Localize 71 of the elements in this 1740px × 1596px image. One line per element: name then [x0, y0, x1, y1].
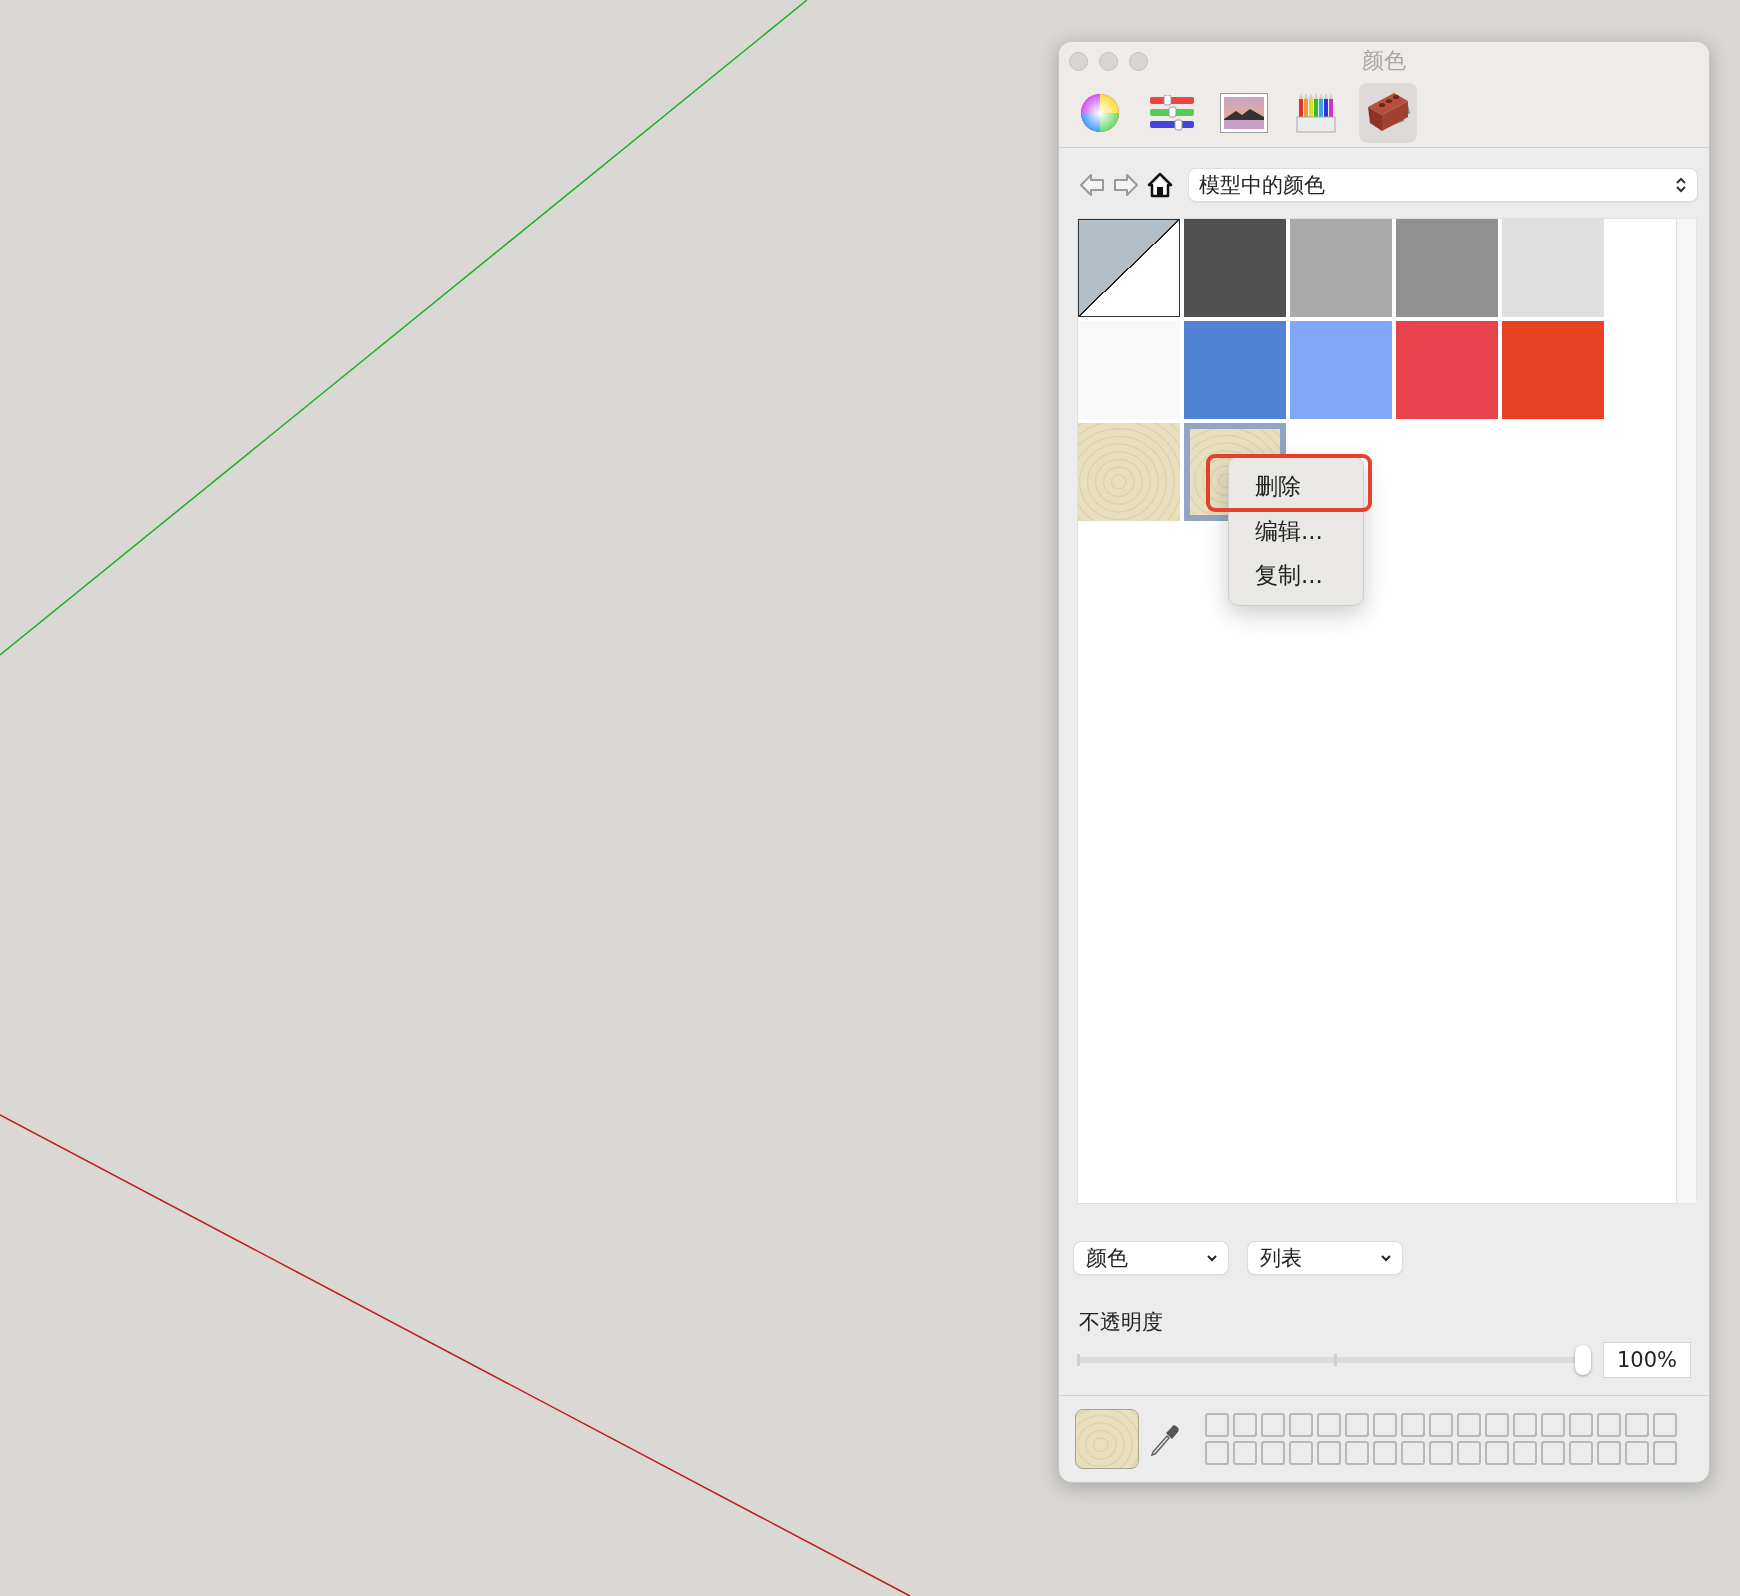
empty-color-well[interactable] — [1597, 1441, 1621, 1465]
window-title: 颜色 — [1361, 47, 1407, 75]
up-down-chevron-icon — [1675, 176, 1687, 194]
empty-color-well[interactable] — [1261, 1441, 1285, 1465]
empty-color-well[interactable] — [1625, 1441, 1649, 1465]
empty-color-well[interactable] — [1233, 1441, 1257, 1465]
empty-color-well[interactable] — [1653, 1441, 1677, 1465]
empty-color-well[interactable] — [1401, 1441, 1425, 1465]
opacity-field[interactable]: 100% — [1603, 1342, 1691, 1378]
landscape-picture-icon — [1220, 93, 1268, 133]
empty-color-well[interactable] — [1569, 1413, 1593, 1437]
empty-color-well[interactable] — [1429, 1441, 1453, 1465]
empty-color-well[interactable] — [1541, 1413, 1565, 1437]
current-color-well[interactable] — [1075, 1409, 1139, 1469]
menu-item[interactable]: 编辑... — [1229, 509, 1363, 553]
empty-color-well[interactable] — [1261, 1413, 1285, 1437]
chevron-down-icon — [1206, 1254, 1218, 1262]
empty-color-well[interactable] — [1625, 1413, 1649, 1437]
empty-color-well[interactable] — [1289, 1413, 1313, 1437]
color-swatch[interactable] — [1290, 321, 1392, 419]
dropdown[interactable]: 列表 — [1248, 1242, 1402, 1274]
empty-color-well[interactable] — [1205, 1441, 1229, 1465]
empty-color-well[interactable] — [1485, 1413, 1509, 1437]
colored-pencils-icon — [1296, 93, 1336, 133]
color-swatch[interactable] — [1396, 219, 1498, 317]
menu-item[interactable]: 删除 — [1206, 454, 1372, 512]
empty-color-well[interactable] — [1513, 1413, 1537, 1437]
color-swatch[interactable] — [1396, 321, 1498, 419]
empty-color-well[interactable] — [1401, 1413, 1425, 1437]
empty-color-well[interactable] — [1457, 1441, 1481, 1465]
color-swatch[interactable] — [1502, 321, 1604, 419]
empty-color-well[interactable] — [1317, 1413, 1341, 1437]
color-swatch[interactable] — [1078, 219, 1180, 317]
empty-color-well[interactable] — [1429, 1413, 1453, 1437]
empty-color-well[interactable] — [1457, 1413, 1481, 1437]
empty-color-well[interactable] — [1569, 1441, 1593, 1465]
color-wheel-icon — [1080, 93, 1120, 133]
back-arrow-icon[interactable] — [1079, 172, 1105, 198]
eyedropper-icon[interactable] — [1149, 1422, 1181, 1456]
empty-color-well[interactable] — [1205, 1413, 1229, 1437]
opacity-label: 不透明度 — [1078, 1309, 1164, 1336]
empty-color-well[interactable] — [1513, 1441, 1537, 1465]
empty-color-well[interactable] — [1373, 1413, 1397, 1437]
close-button[interactable] — [1069, 51, 1088, 71]
minimize-button[interactable] — [1099, 51, 1118, 71]
color-swatch[interactable] — [1184, 219, 1286, 317]
collection-dropdown[interactable]: 模型中的颜色 — [1189, 169, 1697, 201]
empty-color-well[interactable] — [1345, 1413, 1369, 1437]
zoom-button[interactable] — [1129, 51, 1148, 71]
menu-item[interactable]: 复制... — [1229, 553, 1363, 597]
color-swatch[interactable] — [1502, 219, 1604, 317]
home-icon[interactable] — [1147, 172, 1173, 198]
empty-color-well[interactable] — [1233, 1413, 1257, 1437]
empty-color-well[interactable] — [1345, 1441, 1369, 1465]
opacity-slider-thumb[interactable] — [1575, 1345, 1592, 1375]
wood-texture-swatch[interactable] — [1078, 423, 1180, 521]
empty-color-well[interactable] — [1373, 1441, 1397, 1465]
color-swatch[interactable] — [1290, 219, 1392, 317]
dropdown[interactable]: 颜色 — [1074, 1242, 1228, 1274]
empty-color-well[interactable] — [1485, 1441, 1509, 1465]
chevron-down-icon — [1380, 1254, 1392, 1262]
empty-color-well[interactable] — [1653, 1413, 1677, 1437]
forward-arrow-icon[interactable] — [1113, 172, 1139, 198]
color-swatch[interactable] — [1078, 321, 1180, 419]
empty-color-well[interactable] — [1289, 1441, 1313, 1465]
empty-color-well[interactable] — [1317, 1441, 1341, 1465]
color-swatch[interactable] — [1184, 321, 1286, 419]
toolbar-tab[interactable] — [1359, 83, 1417, 143]
sliders-icon — [1149, 95, 1195, 131]
empty-color-well[interactable] — [1541, 1441, 1565, 1465]
empty-color-well[interactable] — [1597, 1413, 1621, 1437]
